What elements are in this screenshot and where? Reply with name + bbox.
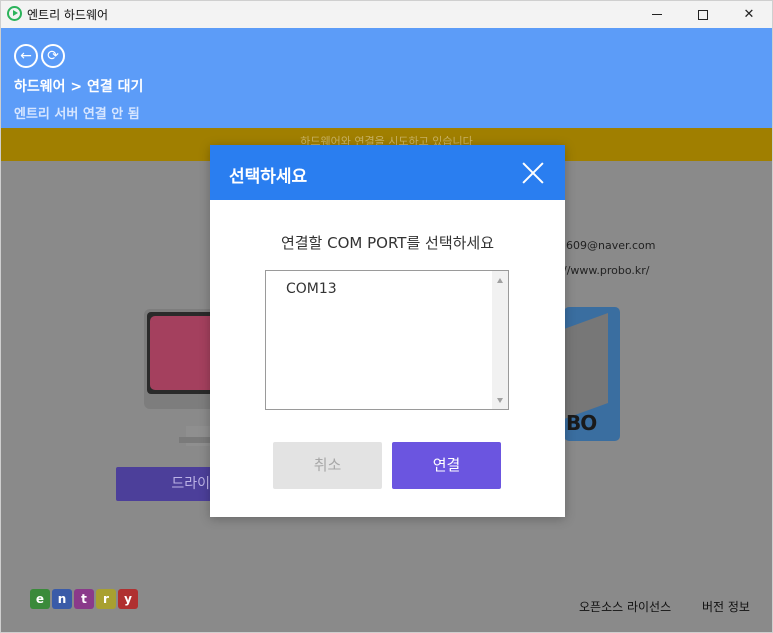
breadcrumb: 하드웨어 > 연결 대기 — [14, 79, 144, 95]
monitor-display — [150, 316, 219, 390]
close-icon: ✕ — [743, 7, 755, 22]
monitor-illustration — [144, 309, 219, 409]
com-port-option[interactable]: COM13 — [286, 281, 337, 297]
window-title: 엔트리 하드웨어 — [27, 8, 109, 22]
scroll-up-icon[interactable] — [497, 278, 503, 283]
title-bar: 엔트리 하드웨어 ✕ — [1, 1, 772, 28]
scroll-down-icon[interactable] — [497, 398, 503, 403]
com-port-list[interactable]: COM13 — [265, 270, 509, 410]
logo-letter: n — [52, 589, 72, 609]
dialog-close-icon[interactable] — [518, 158, 548, 188]
contact-email: 5609@naver.com — [559, 239, 656, 252]
port-list-scrollbar[interactable] — [492, 271, 508, 409]
server-status-text: 엔트리 서버 연결 안 됨 — [14, 107, 140, 122]
connect-button[interactable]: 연결 — [392, 442, 501, 489]
refresh-button[interactable]: ⟳ — [41, 44, 65, 68]
dialog-title: 선택하세요 — [229, 167, 308, 187]
minimize-icon — [652, 14, 662, 15]
robot-brand-text: BO — [566, 411, 597, 435]
logo-letter: y — [118, 589, 138, 609]
driver-install-button[interactable]: 드라이 — [116, 467, 216, 501]
logo-letter: r — [96, 589, 116, 609]
entry-logo: e n t r y — [30, 589, 138, 609]
back-button[interactable]: ← — [14, 44, 38, 68]
maximize-button[interactable] — [680, 1, 726, 28]
robot-body — [564, 312, 608, 420]
entry-app-icon — [7, 6, 22, 21]
dialog-header: 선택하세요 — [210, 145, 565, 200]
port-select-dialog: 선택하세요 연결할 COM PORT를 선택하세요 COM13 취소 연결 — [210, 145, 565, 517]
cancel-button[interactable]: 취소 — [273, 442, 382, 489]
refresh-icon: ⟳ — [47, 48, 59, 64]
robot-image: BO — [564, 307, 620, 441]
dialog-prompt: 연결할 COM PORT를 선택하세요 — [280, 234, 495, 252]
app-header: ← ⟳ 하드웨어 > 연결 대기 엔트리 서버 연결 안 됨 — [1, 28, 772, 128]
app-window: 엔트리 하드웨어 ✕ ← ⟳ 하드웨어 > 연결 대기 엔트리 서버 연결 안 … — [0, 0, 773, 633]
minimize-button[interactable] — [634, 1, 680, 28]
contact-url: //www.probo.kr/ — [563, 264, 650, 277]
back-arrow-icon: ← — [20, 48, 32, 64]
version-info-link[interactable]: 버전 정보 — [702, 598, 750, 615]
maximize-icon — [698, 9, 708, 20]
open-source-license-link[interactable]: 오픈소스 라이선스 — [579, 598, 671, 615]
close-button[interactable]: ✕ — [726, 1, 772, 28]
logo-letter: t — [74, 589, 94, 609]
logo-letter: e — [30, 589, 50, 609]
